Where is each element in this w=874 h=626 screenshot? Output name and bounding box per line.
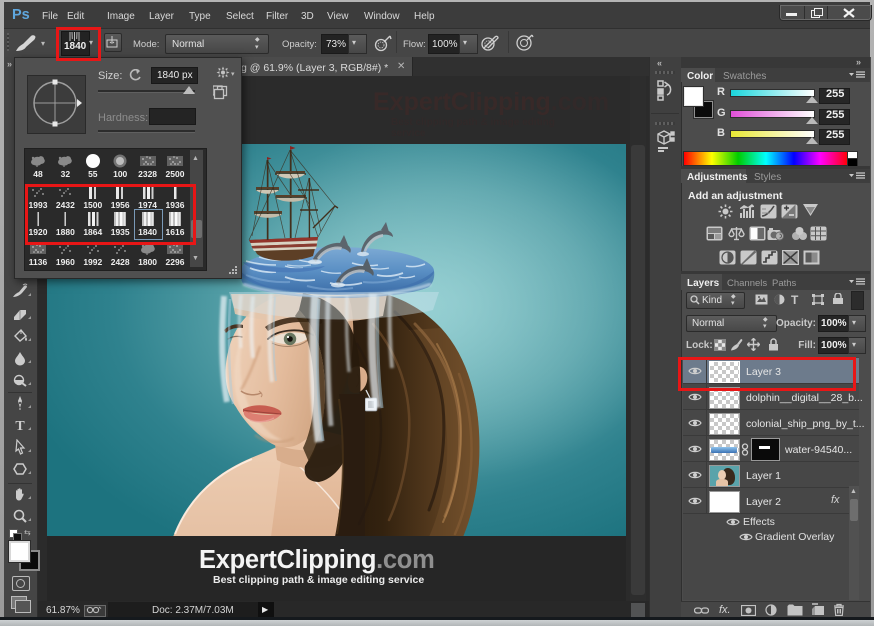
- svg-text:ExpertClipping.com: ExpertClipping.com: [199, 546, 434, 574]
- svg-text:T: T: [15, 419, 25, 433]
- svg-text:Best clipping path & image edi: Best clipping path & image editing servi…: [213, 574, 424, 586]
